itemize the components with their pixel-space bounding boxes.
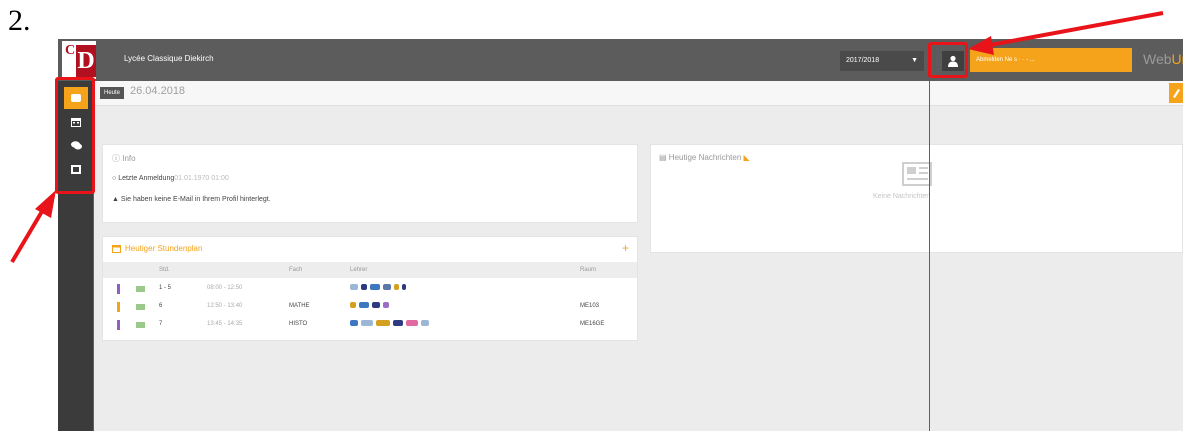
annotation-arrows — [10, 11, 1164, 264]
arrow-icon-right — [968, 11, 1164, 55]
arrow-icon-left — [10, 190, 56, 264]
